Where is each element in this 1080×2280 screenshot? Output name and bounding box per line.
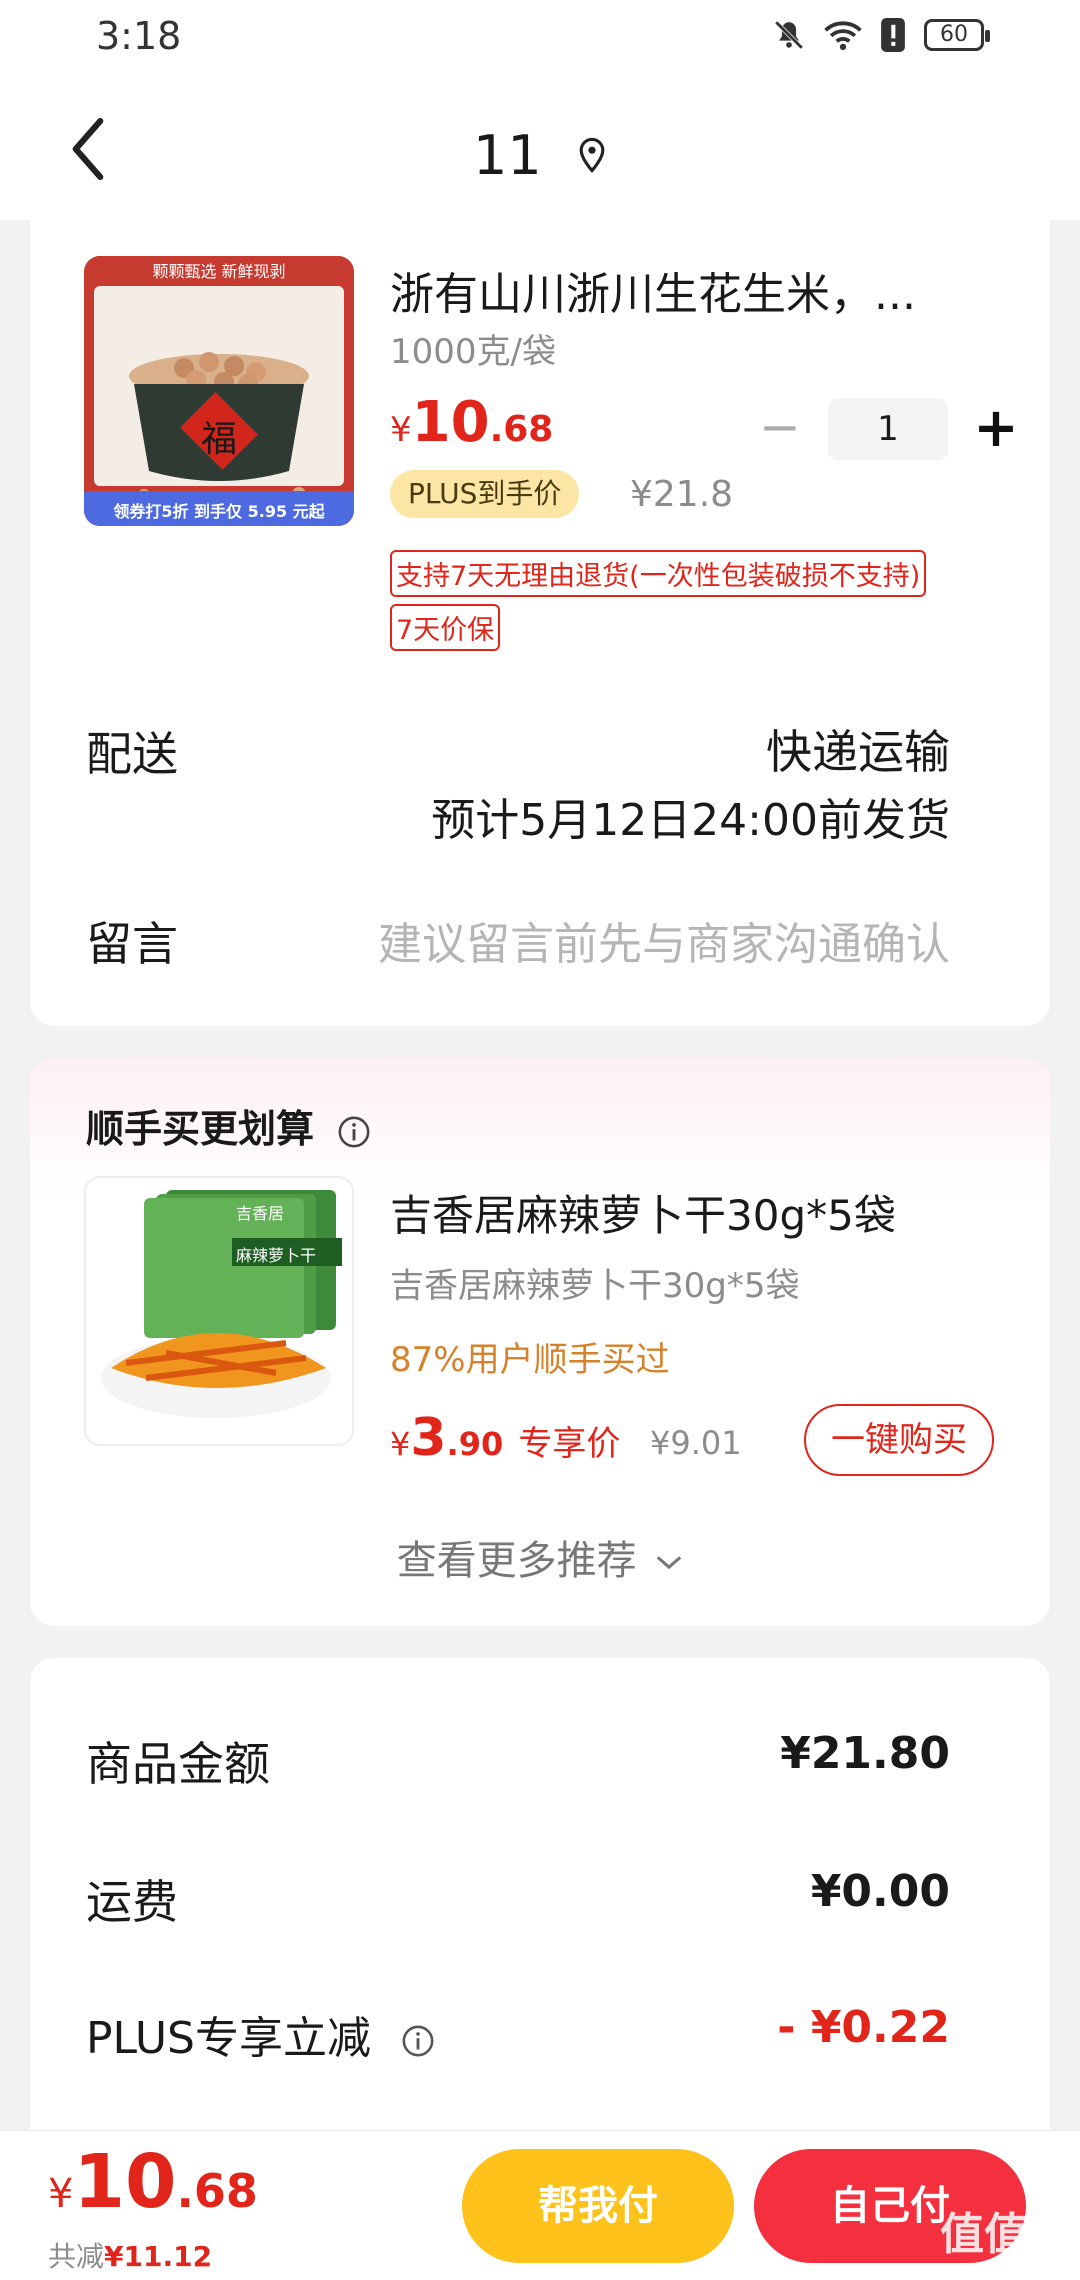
watermark-logo: 值值值 <box>940 2209 1072 2260</box>
peanut-picture <box>84 256 354 526</box>
recommend-image[interactable]: 吉香居 麻辣萝卜干 <box>84 1176 354 1446</box>
goods-amount-label: 商品金额 <box>86 1737 270 1791</box>
self-pay-label: 自己付 <box>830 2183 950 2229</box>
recommend-price-dec: .90 <box>446 1425 504 1463</box>
image-label-text: 麻辣萝卜干 <box>236 1246 317 1265</box>
plus-discount-label: PLUS专享立减 <box>86 2013 371 2064</box>
price-int: 10 <box>411 390 490 455</box>
info-icon[interactable] <box>337 1115 371 1149</box>
delivery-eta: 预计5月12日24:00前发货 <box>431 795 950 846</box>
alert-icon <box>881 18 905 52</box>
recommend-original-price: ¥9.01 <box>650 1424 742 1462</box>
recommend-card: 顺手买更划算 吉香居 麻辣萝卜干 吉香居麻辣萝卜干30g*5袋 吉香居麻辣萝卜干… <box>30 1058 1050 1626</box>
total-price-int: 10 <box>73 2139 177 2225</box>
recommend-title-text: 顺手买更划算 <box>86 1107 315 1151</box>
increase-button[interactable]: + <box>966 399 1026 459</box>
message-label: 留言 <box>86 917 178 971</box>
recommend-price: ¥3.90 专享价 <box>390 1408 620 1468</box>
status-icons: 60 <box>772 18 990 52</box>
help-pay-button[interactable]: 帮我付 <box>462 2149 734 2263</box>
delivery-label: 配送 <box>86 727 178 781</box>
view-more-recommend[interactable]: 查看更多推荐 <box>30 1528 1050 1586</box>
product-image[interactable]: 颗颗甄选 新鲜现剥 福 领券打5折 到手仅 5.95 元起 <box>84 256 354 526</box>
plus-discount-value: - ¥0.22 <box>777 2002 950 2053</box>
plus-price-badge: PLUS到手价 <box>390 470 580 518</box>
quantity-stepper: − 1 + <box>750 398 1026 460</box>
shipping-label: 运费 <box>86 1875 178 1929</box>
quantity-field[interactable]: 1 <box>828 398 948 460</box>
image-brand-text: 吉香居 <box>236 1204 285 1223</box>
return-policy-tag: 支持7天无理由退货(一次性包装破损不支持) <box>390 550 927 597</box>
notification-off-icon <box>774 20 804 50</box>
order-item-card: 颗颗甄选 新鲜现剥 福 领券打5折 到手仅 5.95 元起 浙有山川浙川生花生米… <box>30 200 1050 1026</box>
product-price: ¥10.68 <box>390 390 553 455</box>
one-click-buy-button[interactable]: 一键购买 <box>804 1404 994 1476</box>
total-saving: 共减¥11.12 <box>48 2235 212 2275</box>
total-price-symbol: ¥ <box>48 2171 74 2217</box>
header: 11 <box>0 80 1080 220</box>
status-bar: 3:18 60 <box>0 0 1080 80</box>
view-more-text: 查看更多推荐 <box>396 1538 637 1584</box>
original-price: ¥21.8 <box>630 474 734 515</box>
battery-icon: 60 <box>924 19 990 51</box>
total-price-dec: .68 <box>176 2164 258 2218</box>
recommend-name[interactable]: 吉香居麻辣萝卜干30g*5袋 <box>390 1182 896 1243</box>
plus-discount-label-group: PLUS专享立减 <box>86 2002 435 2066</box>
status-time: 3:18 <box>96 14 182 58</box>
recommend-subname: 吉香居麻辣萝卜干30g*5袋 <box>390 1266 800 1306</box>
wifi-icon <box>824 21 862 51</box>
price-symbol: ¥ <box>390 410 412 450</box>
delivery-method[interactable]: 快递运输 <box>766 716 950 782</box>
recommend-price-symbol: ¥ <box>390 1425 411 1463</box>
header-title-group[interactable]: 11 <box>0 120 1080 187</box>
image-banner-text: 颗颗甄选 新鲜现剥 <box>152 262 286 281</box>
product-name[interactable]: 浙有山川浙川生花生米，... <box>390 258 916 322</box>
saving-label: 共减 <box>48 2240 105 2273</box>
recommend-title: 顺手买更划算 <box>86 1098 371 1153</box>
image-fu-text: 福 <box>200 419 237 460</box>
radish-picture <box>101 1190 342 1418</box>
message-input[interactable]: 建议留言前先与商家沟通确认 <box>378 908 950 972</box>
checkout-bar: ¥10.68 共减¥11.12 帮我付 自己付 值值值 <box>0 2130 1080 2280</box>
image-promo-text: 领券打5折 到手仅 5.95 元起 <box>113 502 325 521</box>
recommend-stat: 87%用户顺手买过 <box>390 1340 670 1380</box>
recommend-price-int: 3 <box>410 1408 447 1468</box>
decrease-button[interactable]: − <box>750 399 810 459</box>
shipping-value: ¥0.00 <box>810 1866 950 1917</box>
saving-value: ¥11.12 <box>104 2240 213 2273</box>
product-spec: 1000克/袋 <box>390 332 556 372</box>
chevron-down-icon <box>657 1556 682 1570</box>
goods-amount-value: ¥21.80 <box>780 1728 950 1779</box>
location-pin-icon <box>579 138 605 174</box>
total-price: ¥10.68 <box>48 2139 258 2225</box>
info-icon[interactable] <box>401 2024 435 2058</box>
recommend-price-tag: 专享价 <box>518 1424 621 1464</box>
price-protect-tag: 7天价保 <box>390 604 501 651</box>
price-dec: .68 <box>489 409 554 450</box>
address-title: 11 <box>473 123 542 187</box>
